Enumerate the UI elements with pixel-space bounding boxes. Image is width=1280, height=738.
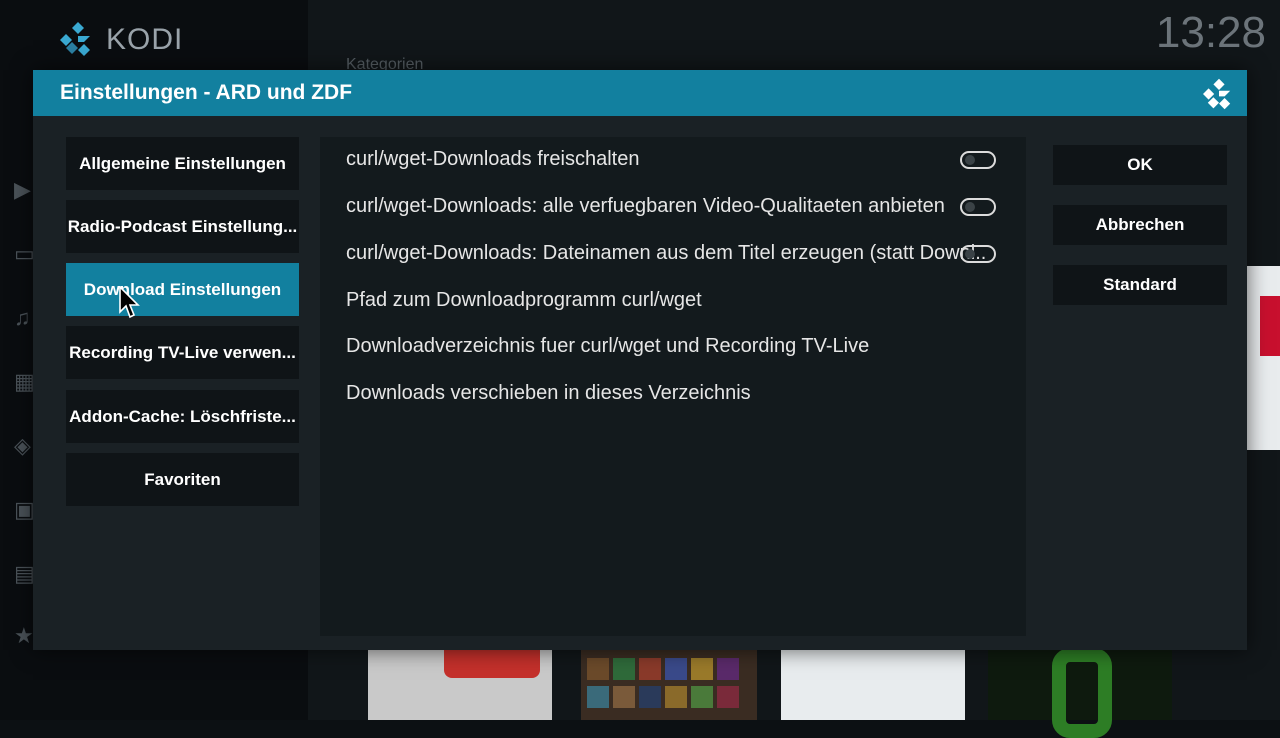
setting-all-qualities[interactable]: curl/wget-Downloads: alle verfuegbaren V… — [346, 195, 986, 225]
category-download[interactable]: Download Einstellungen — [66, 263, 299, 316]
youtube-music-thumbnail — [368, 650, 552, 720]
kodi-logo-icon — [1203, 78, 1231, 110]
category-favourites[interactable]: Favoriten — [66, 453, 299, 506]
kodi-home-logo: KODI — [58, 20, 183, 60]
setting-label: curl/wget-Downloads: alle verfuegbaren V… — [346, 195, 945, 217]
default-button[interactable]: Standard — [1053, 265, 1227, 305]
setting-download-directory[interactable]: Downloadverzeichnis fuer curl/wget und R… — [346, 335, 986, 365]
dialog-title: Einstellungen - ARD und ZDF — [60, 81, 353, 104]
mouse-cursor-icon — [119, 286, 140, 319]
setting-label: Pfad zum Downloadprogramm curl/wget — [346, 289, 702, 311]
cancel-button[interactable]: Abbrechen — [1053, 205, 1227, 245]
addon-thumbnail — [988, 648, 1172, 738]
clock: 13:28 — [1155, 8, 1266, 57]
setting-label: curl/wget-Downloads: Dateinamen aus dem … — [346, 242, 986, 264]
settings-dialog: Einstellungen - ARD und ZDF Allgemeine E… — [33, 70, 1247, 650]
kodi-wordmark: KODI — [106, 23, 184, 56]
setting-filename-from-title[interactable]: curl/wget-Downloads: Dateinamen aus dem … — [346, 242, 986, 272]
dialog-header: Einstellungen - ARD und ZDF — [33, 70, 1247, 116]
category-addon-cache[interactable]: Addon-Cache: Löschfriste... — [66, 390, 299, 443]
setting-move-downloads[interactable]: Downloads verschieben in dieses Verzeich… — [346, 382, 986, 412]
background-thumbnail-peek — [1247, 266, 1280, 450]
setting-enable-downloads[interactable]: curl/wget-Downloads freischalten — [346, 148, 986, 178]
toggle-knob — [965, 249, 975, 259]
toggle-knob — [965, 155, 975, 165]
setting-label: Downloadverzeichnis fuer curl/wget und R… — [346, 335, 870, 357]
category-radio-podcast[interactable]: Radio-Podcast Einstellung... — [66, 200, 299, 253]
settings-panel: curl/wget-Downloads freischalten curl/wg… — [320, 137, 1026, 636]
kodi-logo-icon — [60, 22, 90, 56]
category-recording-tv-live[interactable]: Recording TV-Live verwen... — [66, 326, 299, 379]
movies-thumbnail — [581, 650, 757, 720]
setting-label: Downloads verschieben in dieses Verzeich… — [346, 382, 751, 404]
setting-label: curl/wget-Downloads freischalten — [346, 148, 640, 170]
toggle-knob — [965, 202, 975, 212]
setting-download-program-path[interactable]: Pfad zum Downloadprogramm curl/wget — [346, 289, 986, 319]
toggle-enable-downloads[interactable] — [960, 151, 996, 169]
category-general[interactable]: Allgemeine Einstellungen — [66, 137, 299, 190]
prime-music-thumbnail — [781, 650, 965, 720]
ok-button[interactable]: OK — [1053, 145, 1227, 185]
toggle-filename-from-title[interactable] — [960, 245, 996, 263]
toggle-all-qualities[interactable] — [960, 198, 996, 216]
